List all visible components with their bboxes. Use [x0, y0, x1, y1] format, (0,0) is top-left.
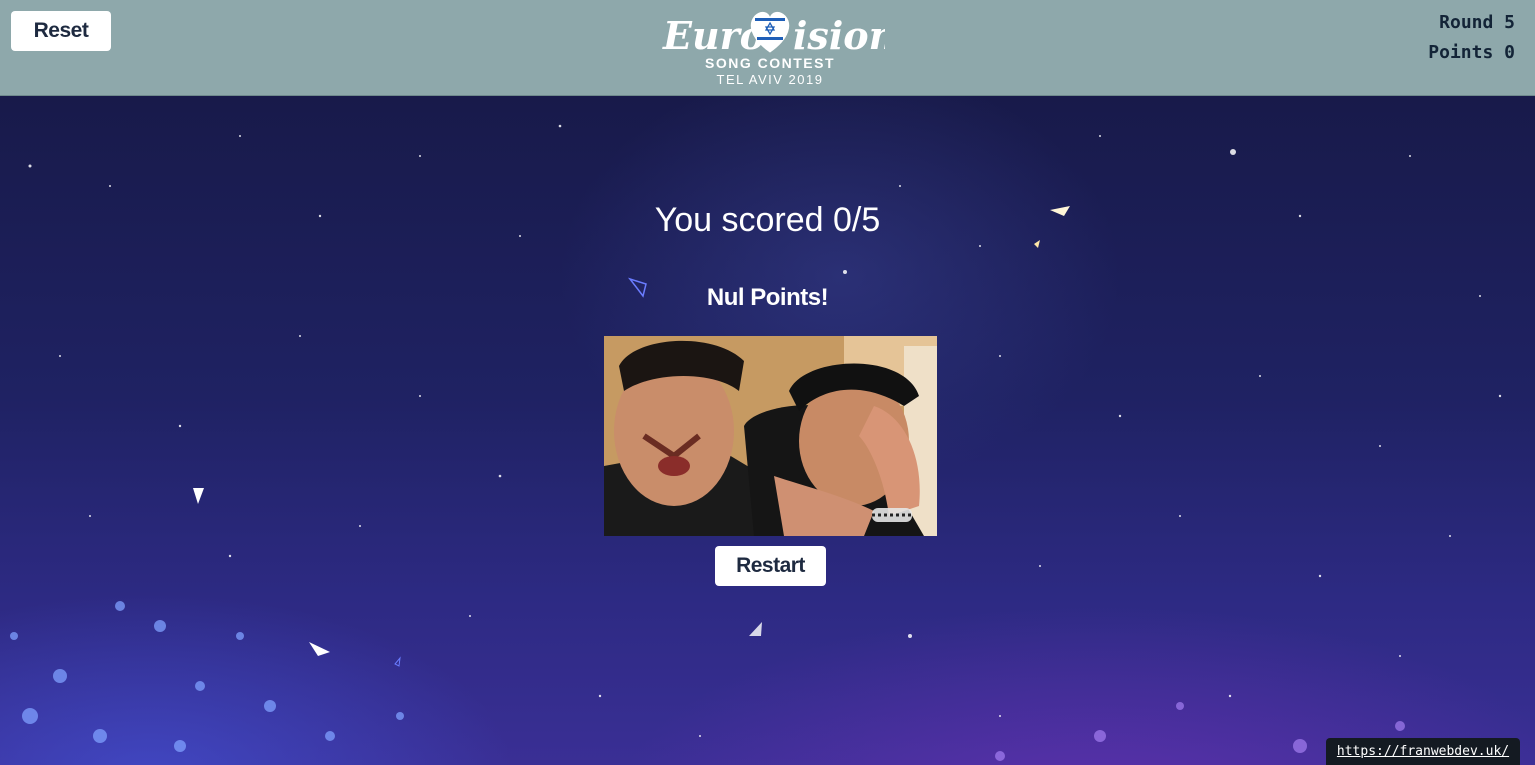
logo-location: TEL AVIV 2019 — [716, 72, 824, 87]
points-counter: Points 0 — [1428, 42, 1515, 63]
svg-text:ision: ision — [793, 13, 885, 58]
reaction-image — [604, 336, 937, 536]
starfield-stage: You scored 0/5 Nul Points! Restart https… — [0, 96, 1535, 765]
game-stats: Round 5 Points 0 — [1428, 8, 1515, 68]
eurovision-wordmark: Euro ision — [662, 11, 885, 58]
round-counter: Round 5 — [1439, 12, 1515, 33]
top-bar: Reset Euro ision SONG CONTEST TEL AVIV 2… — [0, 0, 1535, 96]
verdict-text: Nul Points! — [706, 284, 829, 311]
restart-button[interactable]: Restart — [715, 546, 826, 586]
svg-text:Euro: Euro — [662, 13, 765, 58]
eurovision-logo: Euro ision SONG CONTEST TEL AVIV 2019 — [655, 0, 885, 95]
reset-button[interactable]: Reset — [11, 11, 111, 51]
site-link[interactable]: https://franwebdev.uk/ — [1326, 738, 1520, 765]
logo-subtitle: SONG CONTEST — [704, 55, 835, 71]
score-heading: You scored 0/5 — [654, 201, 881, 239]
